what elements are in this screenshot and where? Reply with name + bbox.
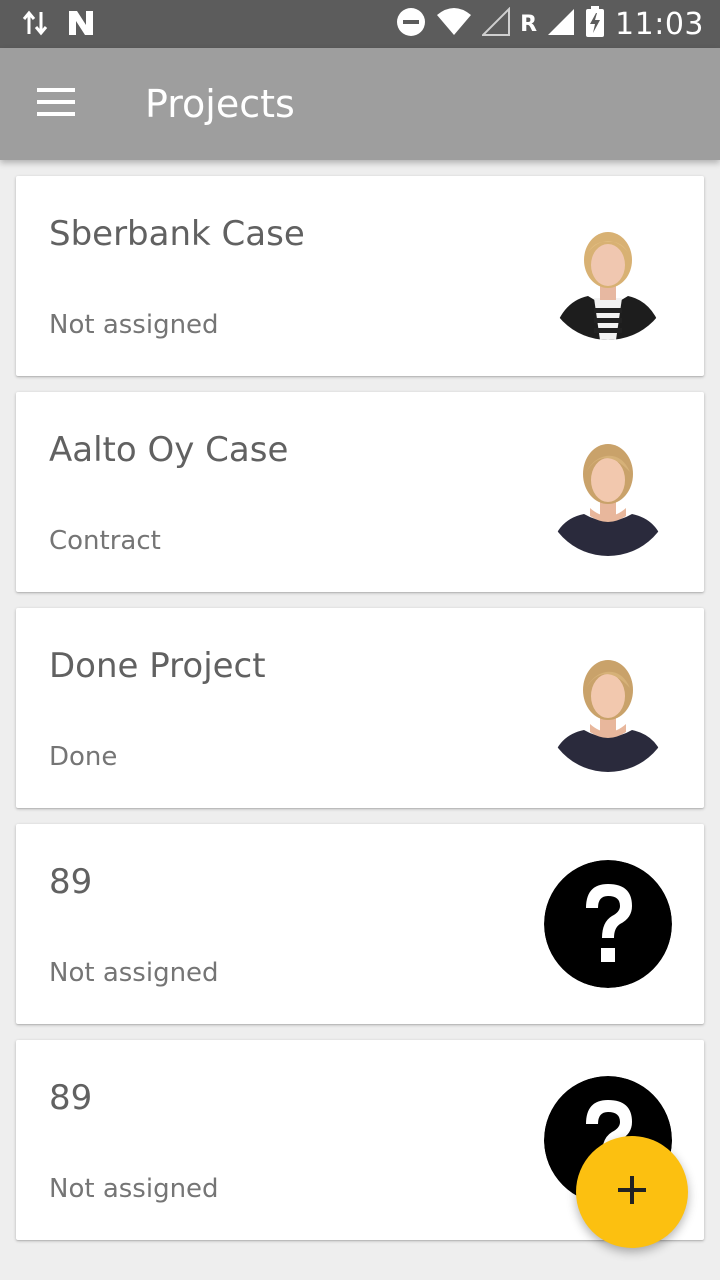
- status-bar-right: R 11:03: [396, 6, 704, 43]
- person-photo-icon: [544, 428, 672, 556]
- person-photo-icon: [544, 212, 672, 340]
- plus-icon: [616, 1174, 648, 1211]
- project-card[interactable]: 89 Not assigned: [16, 824, 704, 1024]
- project-list: Sberbank Case Not assigned Aalto Oy Case…: [16, 176, 704, 1256]
- status-bar: R 11:03: [0, 0, 720, 48]
- menu-button[interactable]: [24, 76, 88, 132]
- project-card[interactable]: Sberbank Case Not assigned: [16, 176, 704, 376]
- add-project-button[interactable]: [576, 1136, 688, 1248]
- project-title: 89: [49, 862, 93, 902]
- data-transfer-icon: [22, 8, 48, 43]
- project-title: Done Project: [49, 646, 266, 686]
- wifi-icon: [436, 7, 472, 42]
- question-mark-icon: [544, 860, 672, 988]
- project-status: Not assigned: [49, 1174, 219, 1204]
- do-not-disturb-icon: [396, 7, 426, 42]
- project-title: Sberbank Case: [49, 214, 305, 254]
- network-type-label: R: [520, 12, 538, 37]
- project-card[interactable]: Done Project Done: [16, 608, 704, 808]
- n-notification-icon: [66, 9, 96, 42]
- project-card[interactable]: Aalto Oy Case Contract: [16, 392, 704, 592]
- project-status: Contract: [49, 526, 161, 556]
- project-status: Not assigned: [49, 958, 219, 988]
- project-status: Done: [49, 742, 118, 772]
- person-photo-icon: [544, 644, 672, 772]
- project-status: Not assigned: [49, 310, 219, 340]
- avatar: [544, 860, 672, 988]
- avatar: [544, 428, 672, 556]
- status-time: 11:03: [615, 7, 704, 42]
- signal-strength-icon: [547, 7, 575, 42]
- project-title: Aalto Oy Case: [49, 430, 289, 470]
- avatar: [544, 644, 672, 772]
- project-title: 89: [49, 1078, 93, 1118]
- page-title: Projects: [145, 82, 295, 126]
- app-bar: Projects: [0, 48, 720, 160]
- status-bar-left: [22, 8, 96, 43]
- signal-icon: [480, 6, 511, 42]
- hamburger-menu-icon: [37, 87, 75, 121]
- battery-charging-icon: [585, 6, 605, 43]
- avatar: [544, 212, 672, 340]
